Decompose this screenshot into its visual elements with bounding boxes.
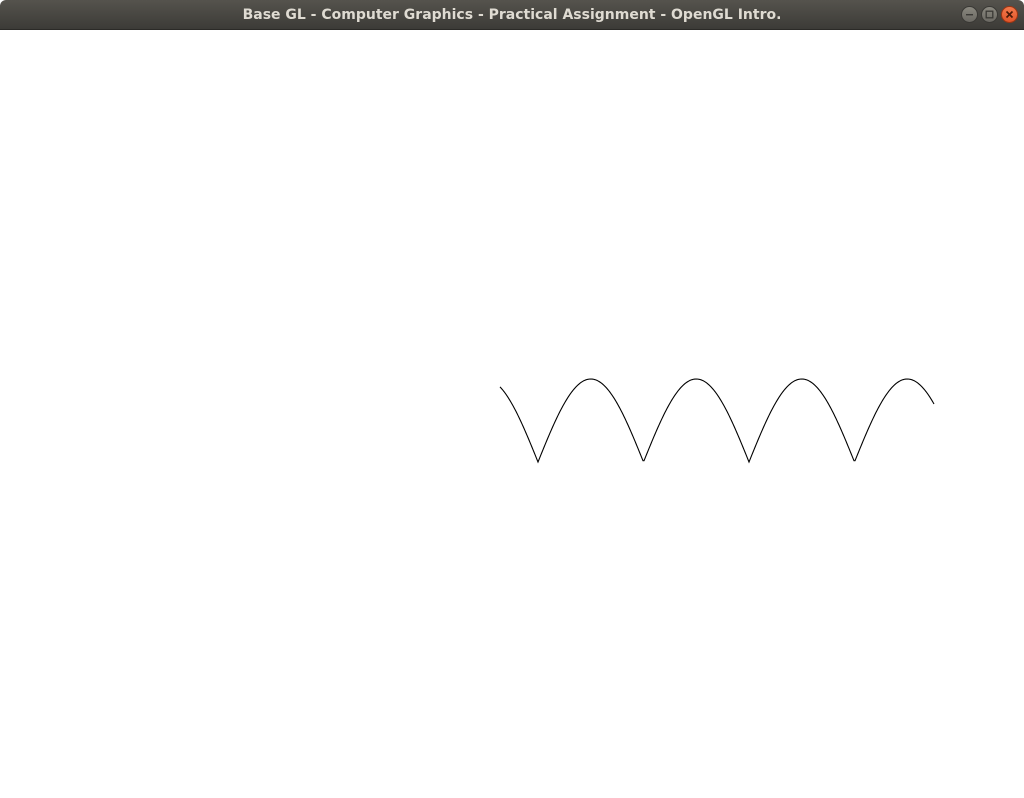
title-bar[interactable]: Base GL - Computer Graphics - Practical …	[0, 0, 1024, 30]
close-button[interactable]	[1001, 6, 1018, 23]
canvas-drawing	[499, 378, 935, 464]
gl-canvas[interactable]	[0, 30, 1024, 798]
window-controls	[961, 6, 1018, 24]
app-window: Base GL - Computer Graphics - Practical …	[0, 0, 1024, 798]
minimize-icon	[966, 14, 973, 16]
close-icon	[1005, 10, 1014, 19]
maximize-icon	[985, 10, 994, 19]
minimize-button[interactable]	[961, 6, 978, 23]
window-title: Base GL - Computer Graphics - Practical …	[242, 7, 782, 23]
maximize-button[interactable]	[981, 6, 998, 23]
wave-curve	[499, 378, 935, 464]
